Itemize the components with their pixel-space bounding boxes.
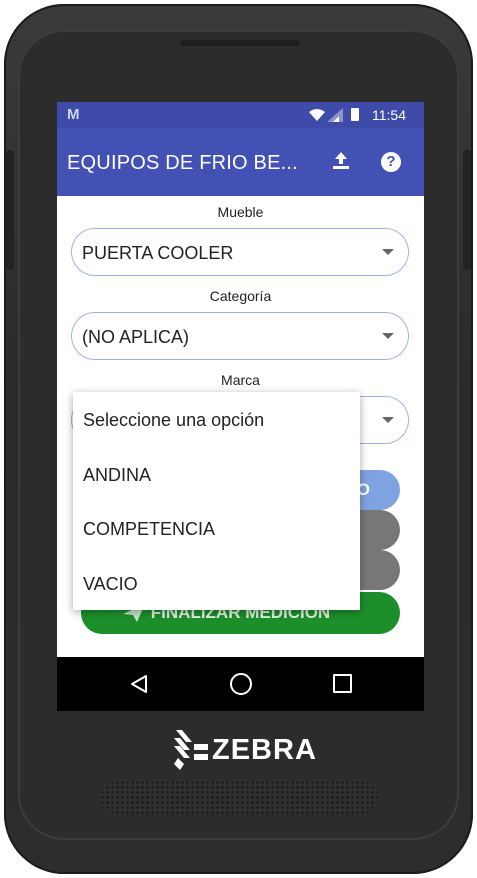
categoria-label: Categoría (209, 288, 272, 304)
categoria-select[interactable]: (NO APLICA) (71, 312, 409, 360)
dropdown-option-label: Seleccione una opción (83, 410, 265, 430)
help-icon[interactable]: ? (381, 152, 401, 172)
battery-icon (351, 108, 359, 121)
mueble-label: Mueble (217, 204, 264, 220)
chevron-down-icon (382, 417, 394, 423)
dropdown-option-label: COMPETENCIA (83, 519, 216, 539)
dropdown-option-label: ANDINA (83, 465, 152, 485)
mueble-select[interactable]: PUERTA COOLER (71, 228, 409, 276)
speaker-grille (100, 780, 378, 814)
dropdown-option[interactable]: COMPETENCIA (73, 501, 360, 555)
zebra-logo-icon (174, 730, 208, 770)
home-icon[interactable] (230, 673, 252, 695)
status-time: 11:54 (372, 107, 406, 123)
screen: M 11:54 EQUIPOS DE FRIO BE... ? Mueble P… (57, 102, 424, 711)
mueble-value: PUERTA COOLER (82, 243, 234, 263)
back-icon[interactable] (129, 674, 149, 694)
wifi-icon (309, 109, 325, 121)
dropdown-option[interactable]: VACIO (73, 556, 360, 610)
dropdown-option[interactable]: ANDINA (73, 447, 360, 501)
app-title: EQUIPOS DE FRIO BE... (67, 152, 298, 174)
chevron-down-icon (382, 249, 394, 255)
marca-dropdown-menu: Seleccione una opción ANDINA COMPETENCIA… (73, 392, 360, 610)
dropdown-option[interactable]: Seleccione una opción (73, 392, 360, 446)
recent-apps-icon[interactable] (333, 674, 352, 693)
side-button-right (463, 150, 471, 270)
side-button-left (6, 150, 14, 270)
gmail-notification-icon: M (67, 106, 80, 123)
top-slot (180, 40, 300, 46)
chevron-down-icon (382, 333, 394, 339)
categoria-value: (NO APLICA) (82, 327, 190, 347)
upload-icon[interactable] (330, 150, 352, 172)
app-bar: EQUIPOS DE FRIO BE... ? (57, 128, 424, 196)
brand-name: ZEBRA (212, 734, 317, 766)
marca-label: Marca (221, 372, 260, 388)
signal-icon (327, 108, 343, 122)
status-bar: M 11:54 (57, 102, 424, 128)
dropdown-option-label: VACIO (83, 574, 138, 594)
navigation-bar (57, 657, 424, 711)
